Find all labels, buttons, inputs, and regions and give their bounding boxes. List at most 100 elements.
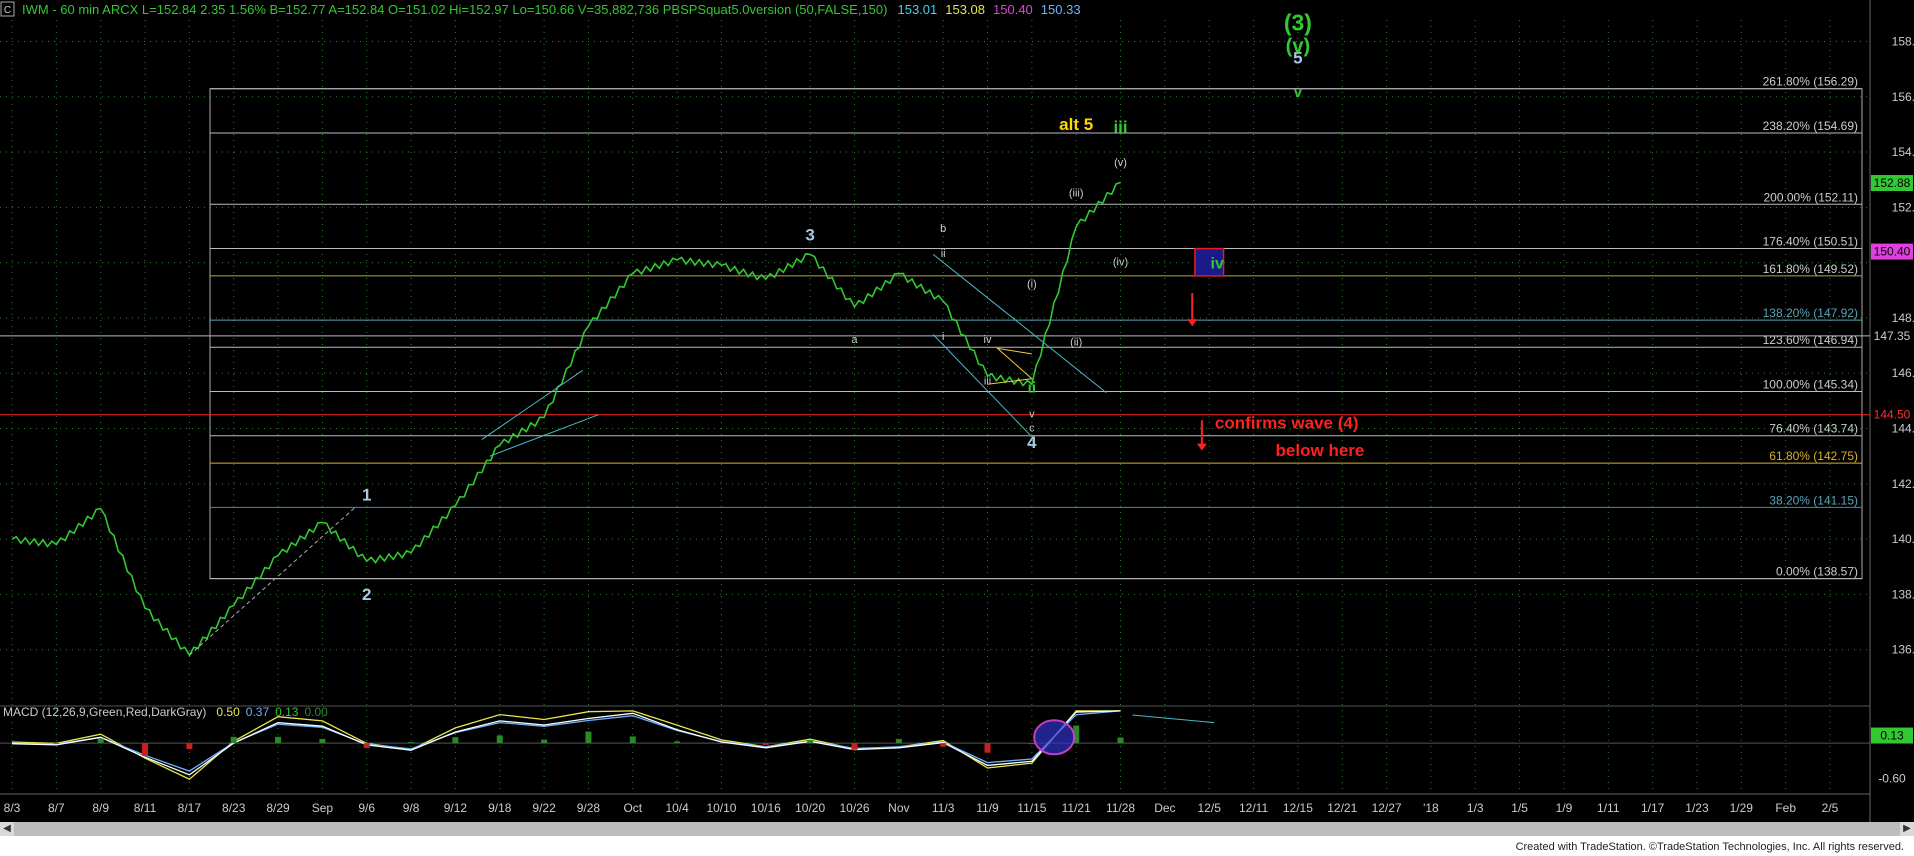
date-tick-label: 1/17 [1641,801,1665,815]
wave-label: ii [1028,380,1036,397]
price-marker-label: 152.88 [1874,176,1911,190]
macd-histogram-bar [762,743,769,745]
scroll-left-icon[interactable]: ◀ [0,822,14,836]
macd-histogram-bar [1028,743,1035,745]
wave-label: iv [984,334,992,346]
date-tick-label: 9/22 [532,801,556,815]
macd-histogram-bar [585,731,592,744]
wave-label: b [940,223,946,235]
date-tick-label: 8/7 [48,801,65,815]
date-tick-label: 8/29 [266,801,290,815]
macd-histogram-bar [718,743,725,744]
price-tick-label: 140.00 [1892,532,1914,546]
date-tick-label: 11/3 [932,801,955,815]
macd-histogram-bar [452,737,459,744]
chart-header: IWM - 60 min ARCX L=152.84 2.35 1.56% B=… [22,2,887,17]
macd-histogram-bar [940,743,947,747]
header-value: 153.01 [897,2,937,17]
date-tick-label: 10/10 [706,801,736,815]
macd-highlight-ellipse [1033,719,1076,756]
fib-level-label: 61.80% (142.75) [1769,449,1858,463]
date-tick-label: 12/15 [1283,801,1313,815]
wave-label: ii [941,248,946,260]
wave-label: (v) [1286,36,1310,58]
date-tick-label: Feb [1775,801,1796,815]
macd-header-value: 0.37 [246,705,270,719]
macd-histogram-bar [629,736,636,744]
header-value: 150.40 [993,2,1033,17]
date-tick-label: 10/26 [839,801,869,815]
wave-label: (iii) [1069,187,1084,199]
wave-label: iii [1113,118,1127,137]
date-tick-label: 2/5 [1822,801,1839,815]
date-tick-label: 12/27 [1372,801,1402,815]
date-tick-label: 1/5 [1511,801,1528,815]
macd-histogram-bar [895,738,902,744]
price-tick-label: 146.00 [1892,366,1914,380]
price-tick-label: 142.00 [1892,477,1914,491]
price-tick-label: 144.00 [1892,422,1914,436]
fib-level-label: 238.20% (154.69) [1763,119,1858,133]
date-tick-label: 12/5 [1198,801,1222,815]
date-tick-label: 11/28 [1106,801,1135,815]
fib-level-label: 76.40% (143.74) [1769,422,1858,436]
macd-histogram-bar [275,736,282,744]
horizontal-scrollbar[interactable]: ◀ ▶ [0,822,1914,836]
date-tick-label: 9/8 [403,801,420,815]
date-tick-label: 10/16 [751,801,781,815]
date-tick-label: 8/11 [134,801,157,815]
wave-label: a [851,334,858,346]
price-tick-label: 138.00 [1892,587,1914,601]
macd-histogram-bar [496,735,503,744]
date-tick-label: 1/29 [1730,801,1754,815]
wave-label: v [1029,408,1035,420]
date-tick-label: 8/17 [178,801,202,815]
date-tick-label: 1/11 [1597,801,1620,815]
date-tick-label: 12/21 [1327,801,1357,815]
wave-label: (v) [1114,157,1127,169]
wave-label: (3) [1284,9,1312,35]
fib-level-label: 200.00% (152.11) [1763,190,1858,204]
date-tick-label: 11/9 [976,801,999,815]
wave-label: 4 [1027,433,1037,452]
copyright-footer: Created with TradeStation. ©TradeStation… [1509,840,1910,854]
wave-label: i [942,331,944,343]
macd-histogram-bar [142,743,149,756]
fib-level-label: 176.40% (150.51) [1763,235,1858,249]
macd-histogram-bar [363,743,370,749]
fib-level-label: 0.00% (138.57) [1776,565,1858,579]
scroll-right-icon[interactable]: ▶ [1900,822,1914,836]
macd-marker-label: 0.13 [1880,729,1904,743]
price-tick-label: 152.00 [1892,200,1914,214]
macd-histogram-bar [1117,737,1124,744]
price-marker-label: 150.40 [1874,245,1911,259]
macd-header-value: 0.50 [216,705,240,719]
date-tick-label: 9/18 [488,801,512,815]
wave-label: 3 [805,226,814,245]
wave-label: 1 [362,485,371,504]
date-tick-label: 1/9 [1556,801,1573,815]
wave-label: v [1294,84,1303,101]
price-chart: 136.00138.00140.00142.00144.00146.00148.… [0,0,1914,856]
confirm-wave4-text: below here [1276,441,1365,460]
macd-histogram-bar [408,742,415,744]
header-value: 150.33 [1041,2,1081,17]
date-tick-label: Sep [312,801,334,815]
fib-level-label: 38.20% (141.15) [1769,493,1858,507]
header-value: 153.08 [945,2,985,17]
fib-level-label: 100.00% (145.34) [1763,377,1858,391]
date-tick-label: 9/12 [444,801,468,815]
date-tick-label: 8/3 [4,801,21,815]
macd-header-value: 0.13 [275,705,299,719]
date-tick-label: 10/4 [665,801,689,815]
macd-header: MACD (12,26,9,Green,Red,DarkGray) [3,705,206,719]
wave-label: iii [984,375,991,387]
wave-label: (ii) [1070,337,1082,349]
date-tick-label: 8/9 [92,801,109,815]
date-tick-label: 10/20 [795,801,825,815]
price-tick-label: 136.00 [1892,643,1914,657]
date-tick-label: 1/3 [1467,801,1484,815]
date-tick-label: 9/6 [358,801,375,815]
macd-histogram-bar [984,743,991,753]
fib-level-label: 161.80% (149.52) [1763,262,1858,276]
